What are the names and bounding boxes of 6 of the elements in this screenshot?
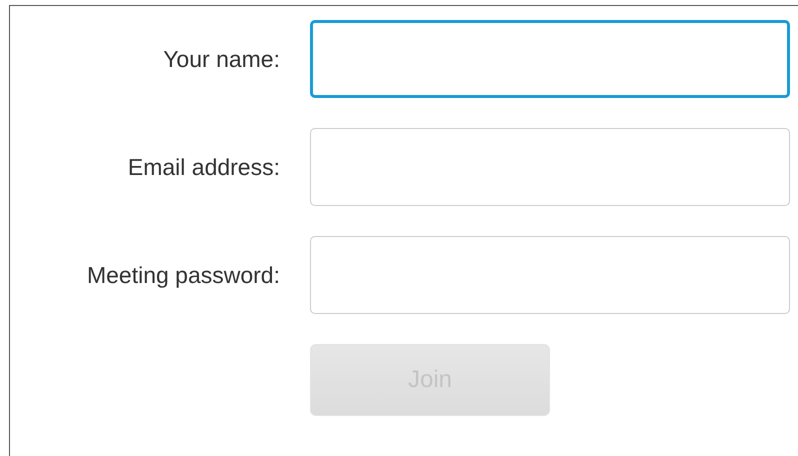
input-field[interactable] <box>310 20 790 98</box>
field-label: Your name: <box>162 46 280 72</box>
input-field[interactable] <box>310 128 790 206</box>
field-label: Meeting password: <box>86 262 280 288</box>
input-field[interactable] <box>310 236 790 314</box>
field-label: Email address: <box>126 154 280 180</box>
